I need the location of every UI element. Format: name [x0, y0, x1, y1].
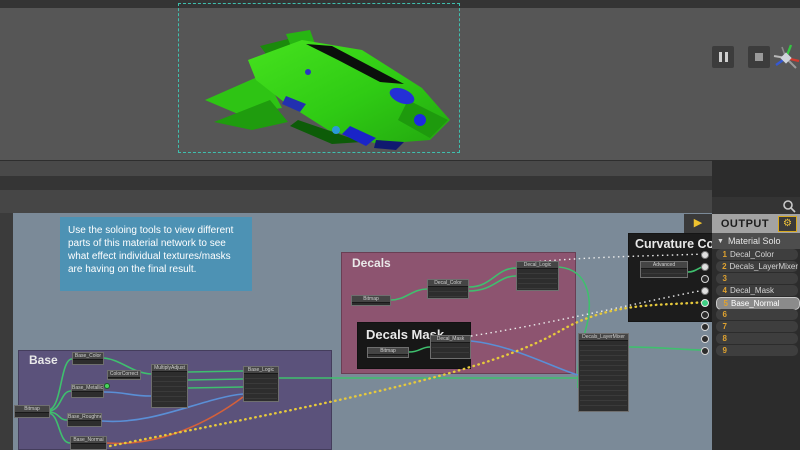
tutorial-note: Use the soloing tools to view different … — [60, 217, 252, 291]
collapse-icon: ▼ — [717, 238, 724, 245]
search-icon[interactable] — [782, 199, 796, 213]
graph-header-strip — [0, 176, 800, 190]
output-connector-7[interactable] — [701, 323, 709, 331]
viewport-toolbar — [0, 160, 800, 177]
node-curvature[interactable]: Advanced — [640, 261, 688, 278]
pause-button[interactable] — [712, 46, 734, 68]
material-solo-header[interactable]: ▼ Material Solo — [712, 233, 800, 249]
stop-icon — [755, 53, 763, 61]
output-connector-1[interactable] — [701, 251, 709, 259]
node-decals-input[interactable]: Bitmap — [351, 295, 391, 306]
output-row-2[interactable]: 2Decals_LayerMixer — [716, 261, 798, 272]
tutorial-note-text: Use the soloing tools to view different … — [68, 225, 233, 275]
output-connector-8[interactable] — [701, 335, 709, 343]
axis-gizmo[interactable] — [770, 42, 800, 74]
output-row-9[interactable]: 9 — [716, 345, 798, 356]
solo-play-button[interactable]: ▶ — [684, 214, 712, 233]
graph-toolbar-strip — [0, 190, 800, 213]
node-decal-mask[interactable]: Decal_Mask — [430, 335, 471, 359]
gear-icon: ⚙ — [783, 218, 792, 229]
output-connector-3[interactable] — [701, 275, 709, 283]
output-row-3[interactable]: 3 — [716, 273, 798, 284]
output-connector-9[interactable] — [701, 347, 709, 355]
node-base-multiply[interactable]: MultiplyAdjust — [151, 364, 188, 408]
output-row-6[interactable]: 6 — [716, 309, 798, 320]
output-row-7[interactable]: 7 — [716, 321, 798, 332]
pause-icon — [719, 52, 728, 62]
node-base-color[interactable]: Base_Color — [72, 352, 104, 365]
node-decal-color[interactable]: Decal_Color — [427, 279, 469, 299]
output-connector-4[interactable] — [701, 287, 709, 295]
node-mask-input[interactable]: Bitmap — [367, 347, 409, 358]
node-base-colorcorrect[interactable]: ColorCorrect — [107, 370, 141, 380]
group-curvature-title: Curvature Converter — [635, 237, 714, 251]
group-base-title: Base — [29, 353, 58, 367]
output-settings-button[interactable]: ⚙ — [778, 216, 797, 232]
output-connector-6[interactable] — [701, 311, 709, 319]
output-connector-2[interactable] — [701, 263, 709, 271]
node-base-roughness[interactable]: Base_Roughness — [67, 413, 102, 427]
node-base-logic[interactable]: Base_Logic — [243, 366, 279, 402]
node-base-metallic[interactable]: Base_Metallic — [71, 384, 104, 398]
group-decals-title: Decals — [352, 256, 391, 270]
play-icon: ▶ — [694, 217, 702, 229]
output-header[interactable]: OUTPUT ⚙ — [712, 214, 800, 233]
stop-button[interactable] — [748, 46, 770, 68]
output-title: OUTPUT — [712, 218, 778, 230]
output-row-8[interactable]: 8 — [716, 333, 798, 344]
node-base-normal[interactable]: Base_Normal — [70, 436, 107, 450]
node-solo-indicator — [104, 383, 110, 389]
output-row-4[interactable]: 4Decal_Mask — [716, 285, 798, 296]
output-connector-5[interactable] — [701, 299, 709, 307]
output-row-1[interactable]: 1Decal_Color — [716, 249, 798, 260]
viewport-selection-marquee — [178, 3, 460, 153]
node-layer-mixer[interactable]: Decals_LayerMixer — [578, 333, 629, 412]
node-base-input[interactable]: Bitmap — [14, 405, 50, 418]
material-solo-label: Material Solo — [728, 236, 781, 246]
node-decal-logic[interactable]: Decal_Logic — [516, 261, 559, 291]
graph-left-gutter — [0, 213, 13, 450]
